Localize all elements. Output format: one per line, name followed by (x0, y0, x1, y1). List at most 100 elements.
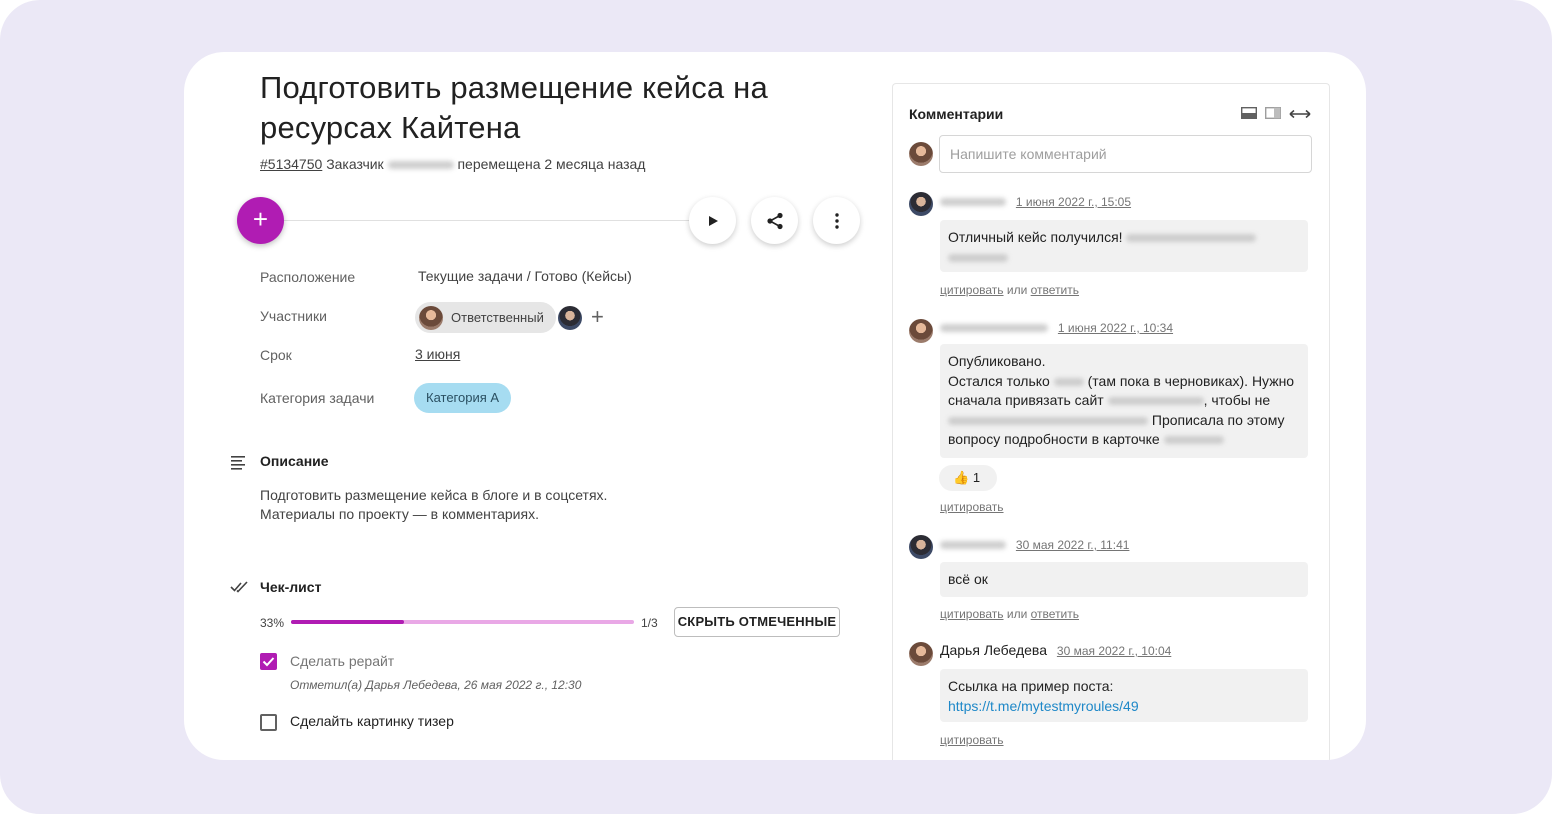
comment-text: сначала привязать сайт (948, 392, 1104, 408)
add-member-button[interactable]: + (591, 305, 604, 329)
category-label: Категория задачи (260, 390, 375, 406)
play-icon (708, 215, 718, 226)
customer-name-redacted (387, 161, 454, 170)
expand-width-icon[interactable] (1289, 106, 1311, 124)
comment-actions: цитировать или ответить (940, 607, 1079, 621)
more-button[interactable] (813, 197, 860, 244)
comment-body: всё ок (940, 562, 1308, 597)
layout-side-icon[interactable] (1264, 106, 1282, 124)
double-check-icon (230, 581, 248, 593)
redacted-text (948, 253, 1008, 262)
comment-text: Опубликовано. (948, 353, 1046, 369)
task-card: Подготовить размещение кейса на ресурсах… (184, 52, 1366, 760)
checkbox-unchecked[interactable] (260, 714, 277, 731)
comment-header: 1 июня 2022 г., 15:05 (940, 193, 1131, 209)
avatar (909, 319, 933, 343)
comment-date[interactable]: 1 июня 2022 г., 15:05 (1016, 195, 1131, 209)
share-button[interactable] (751, 197, 798, 244)
layout-toggle-group (1240, 106, 1311, 124)
checklist-percent: 33% (260, 616, 285, 630)
hide-checked-button[interactable]: СКРЫТЬ ОТМЕЧЕННЫЕ (674, 607, 840, 637)
category-chip[interactable]: Категория А (414, 383, 512, 413)
comment-body: Ссылка на пример поста: https://t.me/myt… (940, 669, 1308, 722)
comment-actions: цитировать (940, 733, 1004, 747)
avatar (909, 535, 933, 559)
comment-text: Прописала по этому (1151, 411, 1285, 428)
comment-text: Отличный кейс получился! (948, 229, 1123, 245)
location-value[interactable]: Текущие задачи / Готово (Кейсы) (418, 268, 632, 284)
comment-header: Дарья Лебедева 30 мая 2022 г., 10:04 (940, 642, 1171, 658)
responsible-chip-label: Ответственный (451, 310, 544, 325)
customer-label: Заказчик (326, 156, 384, 172)
location-label: Расположение (260, 269, 356, 285)
moved-text: перемещена 2 месяца назад (457, 156, 646, 172)
comment-date[interactable]: 30 мая 2022 г., 11:41 (1016, 538, 1130, 552)
description-line: Материалы по проекту — в комментариях. (260, 506, 539, 522)
members-label: Участники (260, 308, 327, 324)
author-name-redacted (940, 198, 1006, 207)
comment-link[interactable]: https://t.me/mytestmyroules/49 (948, 698, 1139, 714)
comment-date[interactable]: 1 июня 2022 г., 10:34 (1058, 321, 1173, 335)
description-text[interactable]: Подготовить размещение кейса в блоге и в… (260, 486, 607, 524)
comment-text: , чтобы не (1203, 392, 1271, 408)
task-title: Подготовить размещение кейса на ресурсах… (260, 70, 768, 145)
more-vertical-icon (834, 212, 839, 229)
share-icon (766, 212, 783, 229)
member-avatar[interactable] (558, 306, 582, 330)
comment-text: Ссылка на пример поста: (948, 678, 1114, 694)
description-line: Подготовить размещение кейса в блоге и в… (260, 487, 608, 503)
current-user-avatar (909, 142, 933, 166)
comment-text: всё ок (948, 571, 988, 587)
comment-header: 1 июня 2022 г., 10:34 (940, 319, 1173, 335)
redacted-text (1126, 234, 1257, 243)
or-text: или (1006, 607, 1028, 621)
checklist-progress-fill (291, 620, 405, 624)
task-meta: #5134750 Заказчик перемещена 2 месяца на… (260, 156, 645, 172)
reply-link[interactable]: ответить (1031, 607, 1079, 621)
redacted-text (1053, 377, 1084, 386)
comment-actions: цитировать или ответить (940, 283, 1079, 297)
comment-text: (там пока в черновиках). Нужно (1087, 372, 1295, 389)
checklist-item-note: Отметил(а) Дарья Лебедева, 26 мая 2022 г… (290, 678, 582, 692)
author-name-redacted (940, 541, 1006, 550)
task-id-link[interactable]: #5134750 (260, 156, 322, 172)
comment-input[interactable] (939, 135, 1312, 173)
reaction-badge[interactable]: 👍 1 (939, 465, 997, 491)
quote-link[interactable]: цитировать (940, 607, 1004, 621)
comments-title: Комментарии (909, 106, 1004, 122)
comment-author: Дарья Лебедева (940, 642, 1047, 658)
checklist-item-label[interactable]: Сделать рерайт (290, 653, 394, 669)
due-date[interactable]: 3 июня (415, 346, 460, 362)
comments-panel: Комментарии 1 июня 2022 г., 15:05 Отличн… (892, 83, 1330, 760)
redacted-text (1107, 397, 1204, 406)
comment-date[interactable]: 30 мая 2022 г., 10:04 (1057, 644, 1171, 658)
quote-link[interactable]: цитировать (940, 500, 1004, 514)
comment-text: вопросу подробности в карточке (948, 431, 1160, 447)
checklist-count: 1/3 (641, 616, 658, 630)
comment-text: Остался только (948, 372, 1050, 389)
comment-header: 30 мая 2022 г., 11:41 (940, 536, 1129, 552)
description-icon (231, 456, 245, 470)
checklist-item-label[interactable]: Сделайть картинку тизер (290, 713, 454, 729)
layout-bottom-icon[interactable] (1240, 106, 1258, 124)
reaction-count: 1 (972, 470, 981, 485)
comment-actions: цитировать (940, 500, 1004, 514)
reply-link[interactable]: ответить (1031, 283, 1079, 297)
avatar (419, 305, 443, 330)
check-icon (262, 657, 275, 667)
checklist-progress-bar (291, 620, 634, 624)
avatar (909, 642, 933, 666)
responsible-chip[interactable]: Ответственный (415, 302, 556, 333)
quote-link[interactable]: цитировать (940, 283, 1004, 297)
avatar (909, 192, 933, 216)
add-button[interactable]: + (237, 197, 284, 244)
checklist-heading: Чек-лист (260, 579, 322, 595)
comment-body: Отличный кейс получился! (940, 220, 1308, 272)
thumbs-up-icon: 👍 (953, 470, 970, 485)
quote-link[interactable]: цитировать (940, 733, 1004, 747)
author-name-redacted (940, 324, 1048, 333)
checkbox-checked[interactable] (260, 653, 277, 670)
due-label: Срок (260, 347, 292, 363)
comment-body: Опубликовано. Остался только (там пока в… (940, 344, 1308, 458)
play-button[interactable] (689, 197, 736, 244)
